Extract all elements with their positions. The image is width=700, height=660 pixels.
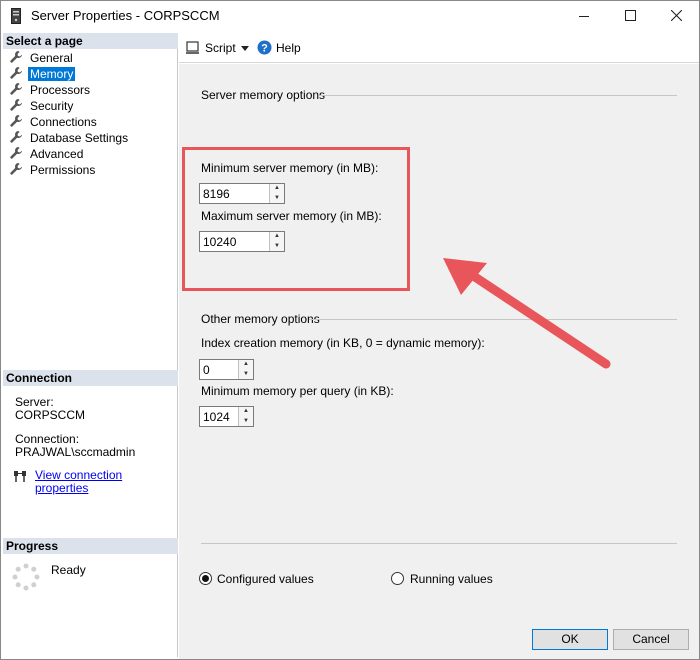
sidebar-item-label: Advanced [30, 147, 84, 161]
sidebar-item-label: Memory [28, 67, 76, 81]
dialog-footer: OK Cancel [179, 620, 699, 659]
server-properties-window: Server Properties - CORPSCCM Select a pa… [0, 0, 700, 660]
cancel-button[interactable]: Cancel [613, 629, 689, 650]
maximize-button[interactable] [607, 1, 653, 31]
toolbar: Script ? Help [179, 33, 699, 63]
running-values-radio[interactable] [391, 572, 404, 585]
minimize-button[interactable] [561, 1, 607, 31]
sidebar-item-label: Connections [30, 115, 97, 129]
index-memory-value: 0 [203, 363, 210, 377]
close-button[interactable] [653, 1, 699, 31]
close-icon [670, 9, 682, 22]
stepper-arrows: ▲ ▼ [238, 407, 253, 426]
min-query-value: 1024 [203, 410, 230, 424]
configured-values-radio[interactable] [199, 572, 212, 585]
progress-status: Ready [51, 563, 86, 577]
down-arrow-icon[interactable]: ▼ [239, 417, 253, 426]
sidebar-item-label: Processors [30, 83, 91, 97]
up-arrow-icon[interactable]: ▲ [239, 360, 253, 369]
sidebar-item-label: Database Settings [30, 131, 129, 145]
title-bar: Server Properties - CORPSCCM [1, 1, 699, 31]
wrench-icon [10, 99, 22, 111]
annotation-highlight-box [182, 147, 410, 291]
sidebar-item-permissions[interactable]: Permissions [9, 162, 97, 178]
sidebar-item-memory[interactable]: Memory [9, 66, 76, 82]
wrench-icon [10, 67, 22, 79]
wrench-icon [10, 83, 22, 95]
annotation-arrow-icon [443, 258, 611, 369]
ok-button[interactable]: OK [532, 629, 608, 650]
wrench-icon [10, 51, 22, 63]
stepper-arrows: ▲ ▼ [238, 360, 253, 379]
progress-spinner-icon [12, 563, 40, 591]
min-query-label: Minimum memory per query (in KB): [201, 384, 394, 398]
index-memory-stepper[interactable]: 0 ▲ ▼ [199, 359, 254, 380]
sidebar: Select a page General Memory Processors … [3, 33, 178, 657]
server-value: CORPSCCM [15, 408, 86, 422]
group-divider [319, 95, 677, 96]
view-connection-properties-link[interactable]: View connection properties [35, 469, 177, 495]
connection-value: PRAJWAL\sccmadmin [15, 445, 136, 459]
sidebar-item-label: Permissions [30, 163, 96, 177]
wrench-icon [10, 115, 22, 127]
progress-header: Progress [3, 538, 178, 554]
sidebar-item-security[interactable]: Security [9, 98, 75, 114]
connection-properties-icon [14, 471, 26, 482]
min-query-stepper[interactable]: 1024 ▲ ▼ [199, 406, 254, 427]
select-page-header: Select a page [3, 33, 178, 49]
server-icon [11, 8, 21, 24]
sidebar-item-processors[interactable]: Processors [9, 82, 92, 98]
connection-header: Connection [3, 370, 178, 386]
script-label: Script [205, 41, 236, 55]
server-memory-group-title: Server memory options [201, 88, 326, 102]
sidebar-item-general[interactable]: General [9, 50, 75, 66]
window-title: Server Properties - CORPSCCM [31, 8, 220, 23]
chevron-down-icon[interactable] [241, 46, 249, 51]
help-icon[interactable]: ? [257, 40, 272, 55]
bottom-divider [201, 543, 677, 544]
sidebar-item-connections[interactable]: Connections [9, 114, 99, 130]
help-button[interactable]: Help [276, 41, 301, 55]
up-arrow-icon[interactable]: ▲ [239, 407, 253, 416]
svg-text:?: ? [261, 43, 268, 55]
wrench-icon [10, 163, 22, 175]
minimize-icon [579, 16, 589, 17]
sidebar-item-advanced[interactable]: Advanced [9, 146, 85, 162]
down-arrow-icon[interactable]: ▼ [239, 370, 253, 379]
configured-values-label: Configured values [217, 572, 314, 586]
script-icon [186, 41, 199, 54]
other-memory-group-title: Other memory options [201, 312, 320, 326]
wrench-icon [10, 147, 22, 159]
running-values-label: Running values [410, 572, 493, 586]
maximize-icon [624, 10, 636, 21]
wrench-icon [10, 131, 22, 143]
sidebar-item-label: Security [30, 99, 74, 113]
sidebar-item-label: General [30, 51, 73, 65]
sidebar-item-database-settings[interactable]: Database Settings [9, 130, 130, 146]
